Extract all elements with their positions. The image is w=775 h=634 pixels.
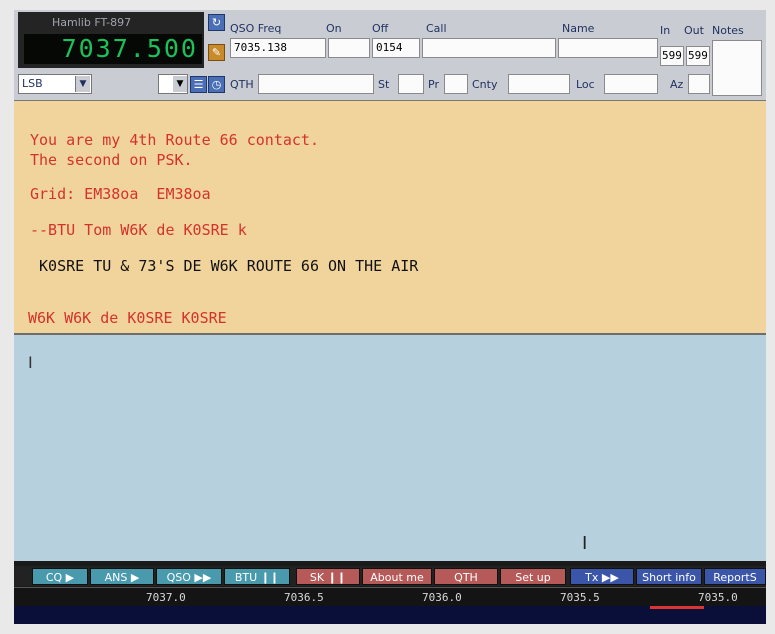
memory-icon[interactable]: ☰ <box>190 76 207 93</box>
chevron-down-icon[interactable]: ▼ <box>75 76 90 92</box>
macro-report-button[interactable]: ReportS <box>704 568 766 585</box>
macro-ans-button[interactable]: ANS ▶ <box>90 568 154 585</box>
rig-frequency-display[interactable]: 7037.500 <box>24 34 202 64</box>
scale-tick-label: 7037.0 <box>146 591 186 604</box>
text-cursor-icon: I <box>28 353 33 372</box>
scale-tick-label: 7035.5 <box>560 591 600 604</box>
macro-btu-button[interactable]: BTU ❙❙ <box>224 568 290 585</box>
rx-line: W6K W6K de K0SRE K0SRE <box>28 309 227 327</box>
on-label: On <box>326 22 342 35</box>
state-field[interactable] <box>398 74 424 94</box>
rx-line: K0SRE TU & 73'S DE W6K ROUTE 66 ON THE A… <box>30 257 419 275</box>
macro-setup-button[interactable]: Set up <box>500 568 566 585</box>
country-label: Cnty <box>472 78 498 91</box>
rx-line: Grid: EM38oa EM38oa <box>30 185 211 203</box>
rst-in-label: In <box>660 24 671 37</box>
notes-label: Notes <box>712 24 744 37</box>
name-field[interactable] <box>558 38 658 58</box>
province-field[interactable] <box>444 74 468 94</box>
qso-freq-field[interactable]: 7035.138 <box>230 38 326 58</box>
off-label: Off <box>372 22 389 35</box>
time-on-field[interactable] <box>328 38 370 58</box>
scale-tick-label: 7036.0 <box>422 591 462 604</box>
qso-freq-label: QSO Freq <box>230 22 282 35</box>
mouse-ibeam-icon: Ⅰ <box>582 533 588 554</box>
rx-line: The second on PSK. <box>30 151 193 169</box>
macro-about-me-button[interactable]: About me <box>362 568 432 585</box>
pencil-icon[interactable]: ✎ <box>208 44 225 61</box>
macro-tx-button[interactable]: Tx ▶▶ <box>570 568 634 585</box>
call-label: Call <box>426 22 447 35</box>
mode-select[interactable]: LSB ▼ <box>18 74 92 94</box>
transmit-text-pane[interactable]: I Ⅰ <box>14 335 766 561</box>
bandwidth-select[interactable]: ▼ <box>158 74 188 94</box>
macro-qth-button[interactable]: QTH <box>434 568 498 585</box>
locator-label: Loc <box>576 78 595 91</box>
rig-panel: Hamlib FT-897 7037.500 <box>18 12 204 68</box>
notes-field[interactable] <box>712 40 762 96</box>
chevron-down-icon[interactable]: ▼ <box>173 76 187 92</box>
macro-qso-button[interactable]: QSO ▶▶ <box>156 568 222 585</box>
azimuth-label: Az <box>670 78 684 91</box>
rx-line: You are my 4th Route 66 contact. <box>30 131 319 149</box>
clock-icon[interactable]: ◷ <box>208 76 225 93</box>
macro-short-info-button[interactable]: Short info <box>636 568 702 585</box>
macro-button-bar: CQ ▶ ANS ▶ QSO ▶▶ BTU ❙❙ SK ❙❙ About me … <box>14 566 766 586</box>
rx-line: --BTU Tom W6K de K0SRE k <box>30 221 247 239</box>
scale-tick-label: 7036.5 <box>284 591 324 604</box>
rst-out-field[interactable]: 599 <box>686 46 710 66</box>
call-field[interactable] <box>422 38 556 58</box>
macro-sk-button[interactable]: SK ❙❙ <box>296 568 360 585</box>
qso-control-bar: Hamlib FT-897 7037.500 ↻ ✎ QSO Freq On O… <box>14 10 766 101</box>
receive-text-pane[interactable]: You are my 4th Route 66 contact. The sec… <box>14 101 766 335</box>
name-label: Name <box>562 22 595 35</box>
rst-in-field[interactable]: 599 <box>660 46 684 66</box>
state-label: St <box>378 78 390 91</box>
province-label: Pr <box>428 78 439 91</box>
frequency-scale[interactable]: 7037.0 7036.5 7036.0 7035.5 7035.0 <box>14 587 766 606</box>
waterfall-display[interactable] <box>14 606 766 624</box>
locator-field[interactable] <box>604 74 658 94</box>
mode-value: LSB <box>22 77 43 90</box>
freq-lookup-icon[interactable]: ↻ <box>208 14 225 31</box>
fldigi-window: Hamlib FT-897 7037.500 ↻ ✎ QSO Freq On O… <box>14 10 766 624</box>
rst-out-label: Out <box>684 24 704 37</box>
azimuth-field[interactable] <box>688 74 710 94</box>
qth-field[interactable] <box>258 74 374 94</box>
country-field[interactable] <box>508 74 570 94</box>
scale-tick-label: 7035.0 <box>698 591 738 604</box>
qth-label: QTH <box>230 78 254 91</box>
rig-name: Hamlib FT-897 <box>52 16 132 29</box>
time-off-field[interactable]: 0154 <box>372 38 420 58</box>
tx-cursor-marker <box>650 606 704 609</box>
macro-cq-button[interactable]: CQ ▶ <box>32 568 88 585</box>
